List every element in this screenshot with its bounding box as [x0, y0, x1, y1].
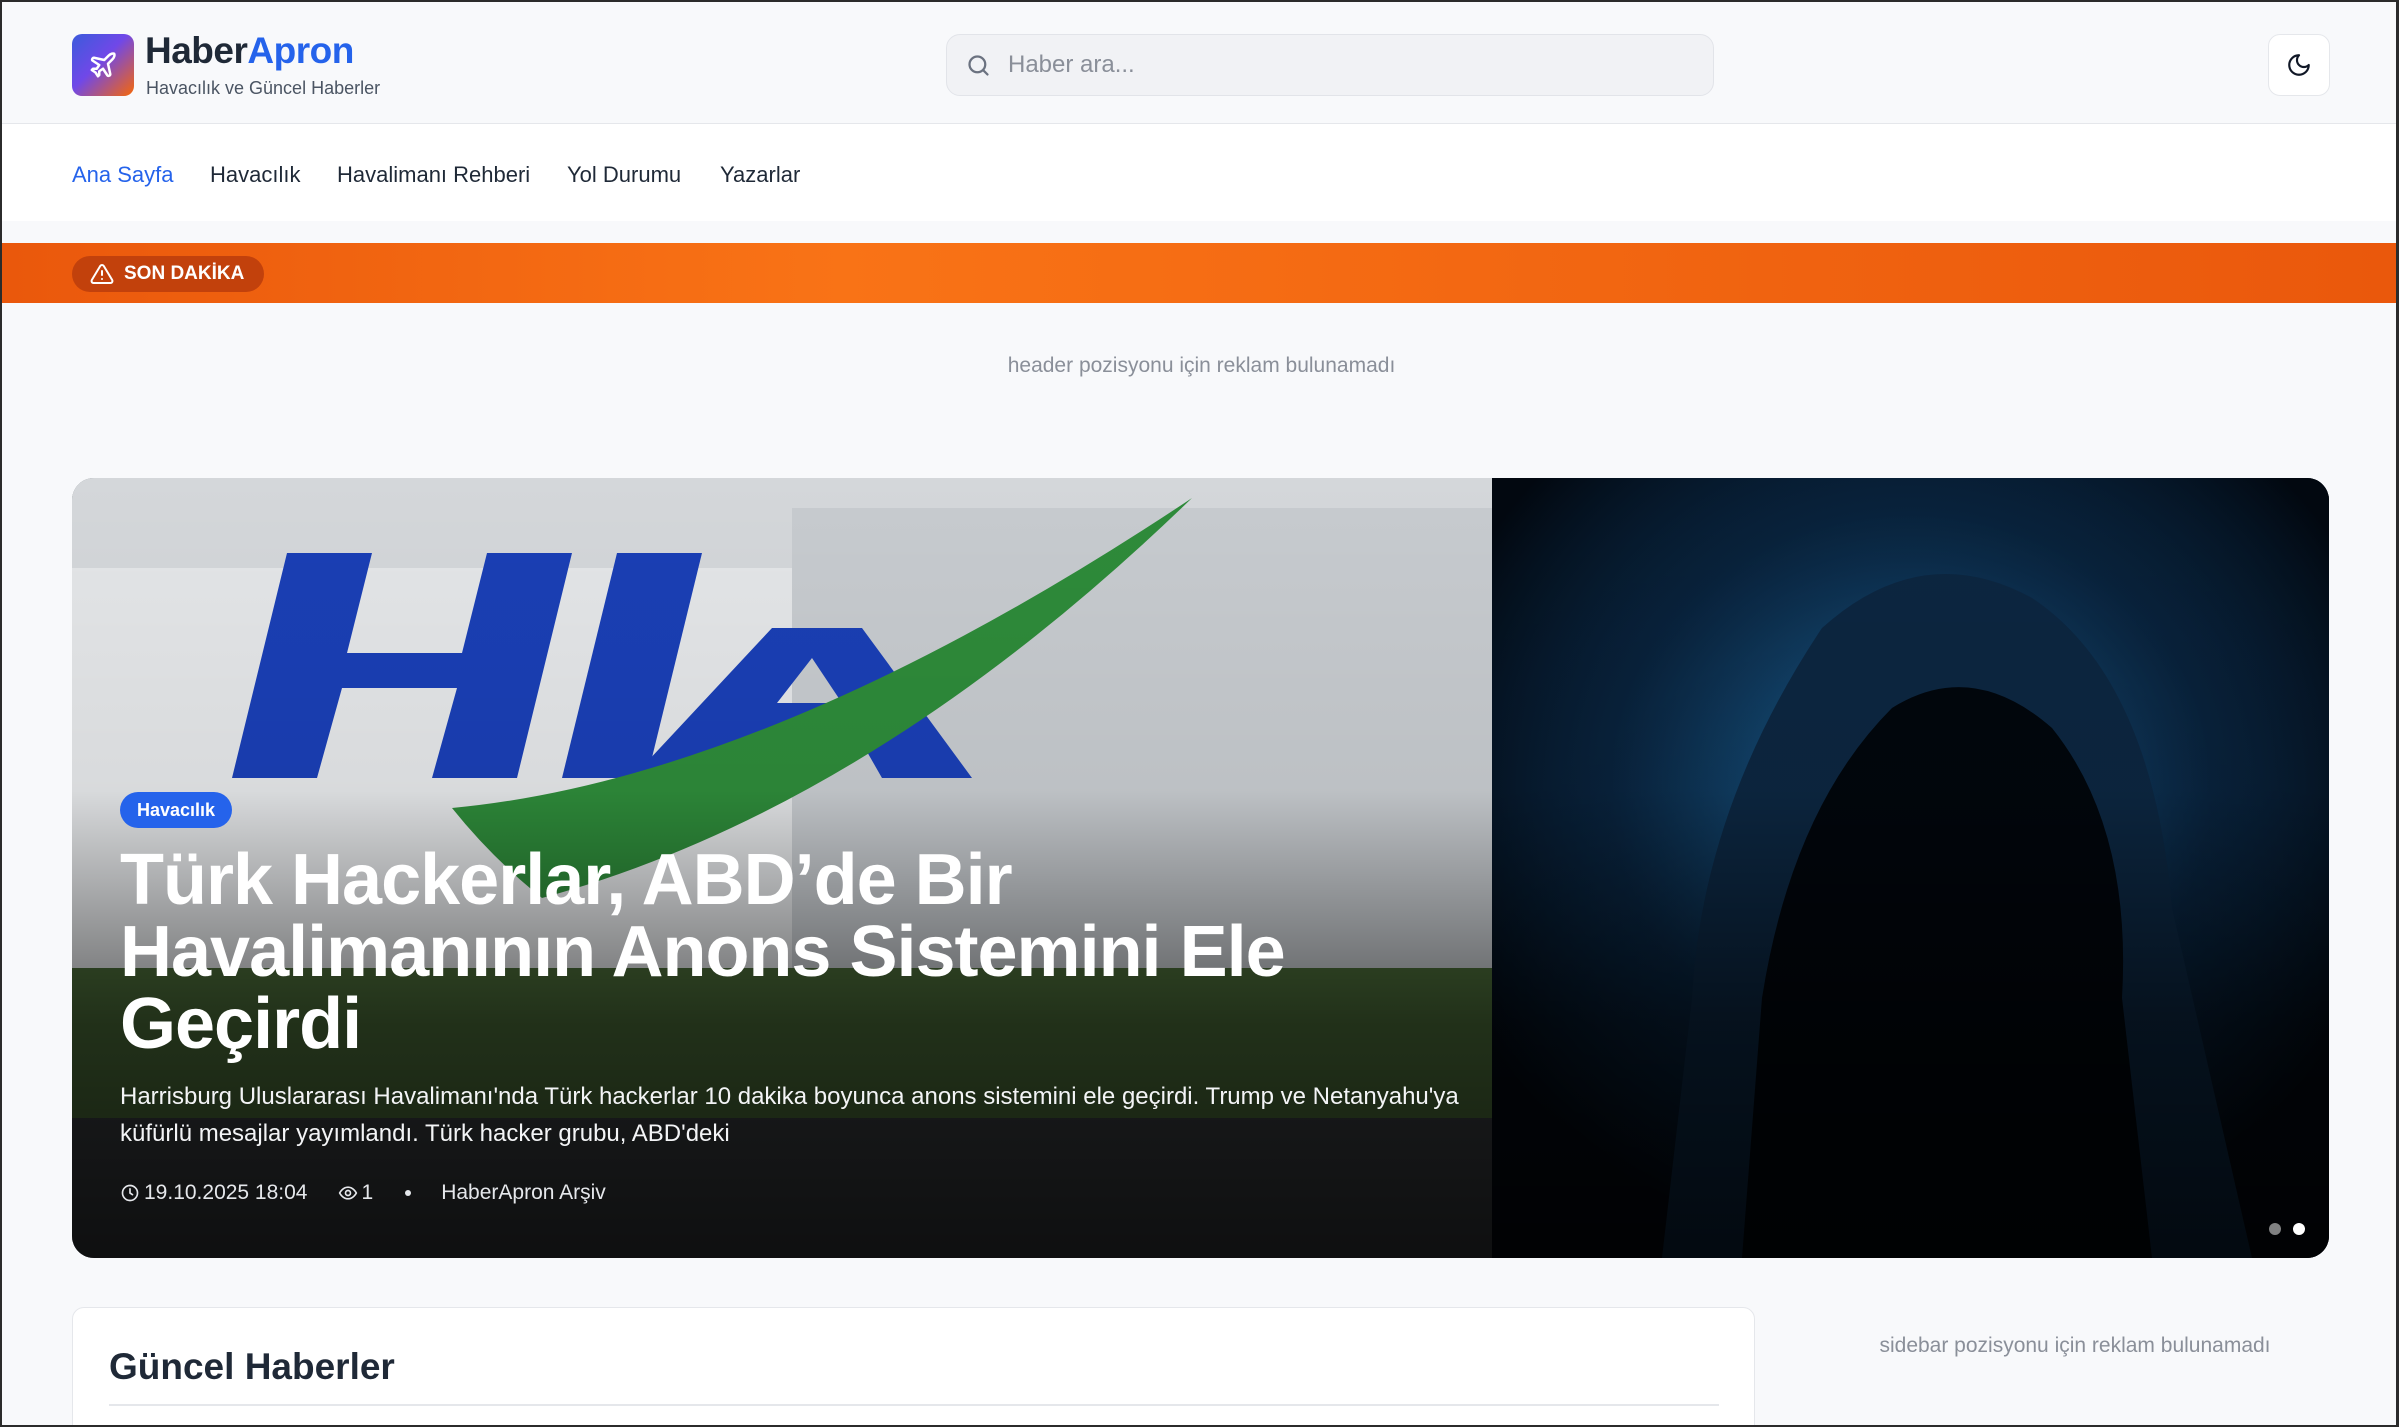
nav-item-ana-sayfa[interactable]: Ana Sayfa	[72, 162, 174, 188]
sidebar-ad-placeholder: sidebar pozisyonu için reklam bulunamadı	[1879, 1334, 2271, 1357]
moon-icon	[2288, 54, 2310, 76]
nav-item-yazarlar[interactable]: Yazarlar	[720, 162, 800, 188]
category-badge[interactable]: Havacılık	[120, 792, 233, 828]
search-input[interactable]	[1008, 51, 1668, 79]
breaking-label: SON DAKİKA	[124, 263, 245, 284]
search-icon	[968, 54, 989, 76]
section-divider	[109, 1404, 1719, 1406]
site-header: HaberApron Havacılık ve Güncel Haberler	[2, 2, 2396, 124]
meta-views: 1	[338, 1181, 374, 1205]
main-nav: Ana Sayfa Havacılık Havalimanı Rehberi Y…	[2, 124, 2396, 221]
eye-icon	[338, 1186, 357, 1200]
meta-date: 19.10.2025 18:04	[120, 1181, 308, 1205]
nav-item-havacilik[interactable]: Havacılık	[210, 162, 300, 188]
header-ad-placeholder: header pozisyonu için reklam bulunamadı	[1007, 354, 1396, 377]
meta-date-text: 19.10.2025 18:04	[144, 1181, 308, 1204]
theme-toggle-button[interactable]	[2268, 34, 2330, 96]
meta-author[interactable]: HaberApron Arşiv	[441, 1181, 606, 1205]
brand-part-1: Haber	[145, 30, 248, 71]
hero-slider[interactable]: Havacılık Türk Hackerlar, ABD’de Bir Hav…	[72, 478, 2329, 1258]
hero-meta: 19.10.2025 18:04 1 HaberApron Arşiv	[120, 1181, 606, 1205]
section-title: Güncel Haberler	[109, 1346, 395, 1387]
search-box	[946, 34, 1714, 96]
slider-dot-2[interactable]	[2293, 1223, 2305, 1235]
slider-dot-1[interactable]	[2269, 1223, 2281, 1235]
clock-icon	[121, 1184, 139, 1202]
slider-dots	[2269, 1223, 2305, 1235]
breaking-news-bar: SON DAKİKA	[2, 243, 2396, 303]
warning-icon	[90, 263, 114, 284]
nav-item-yol-durumu[interactable]: Yol Durumu	[567, 162, 681, 188]
brand-part-2: Apron	[247, 30, 354, 71]
meta-separator	[405, 1190, 412, 1196]
hero-title[interactable]: Türk Hackerlar, ABD’de Bir Havalimanının…	[120, 844, 1460, 1060]
latest-news-section: Güncel Haberler	[72, 1307, 1755, 1425]
hero-excerpt: Harrisburg Uluslararası Havalimanı'nda T…	[120, 1083, 1459, 1147]
plane-icon[interactable]	[72, 34, 134, 96]
breaking-badge: SON DAKİKA	[72, 256, 265, 292]
site-tagline: Havacılık ve Güncel Haberler	[146, 78, 381, 98]
page: HaberApron Havacılık ve Güncel Haberler …	[0, 0, 2399, 1427]
nav-item-havalimani-rehberi[interactable]: Havalimanı Rehberi	[337, 162, 530, 188]
meta-views-text: 1	[361, 1181, 374, 1204]
site-brand[interactable]: HaberApron	[145, 30, 354, 72]
